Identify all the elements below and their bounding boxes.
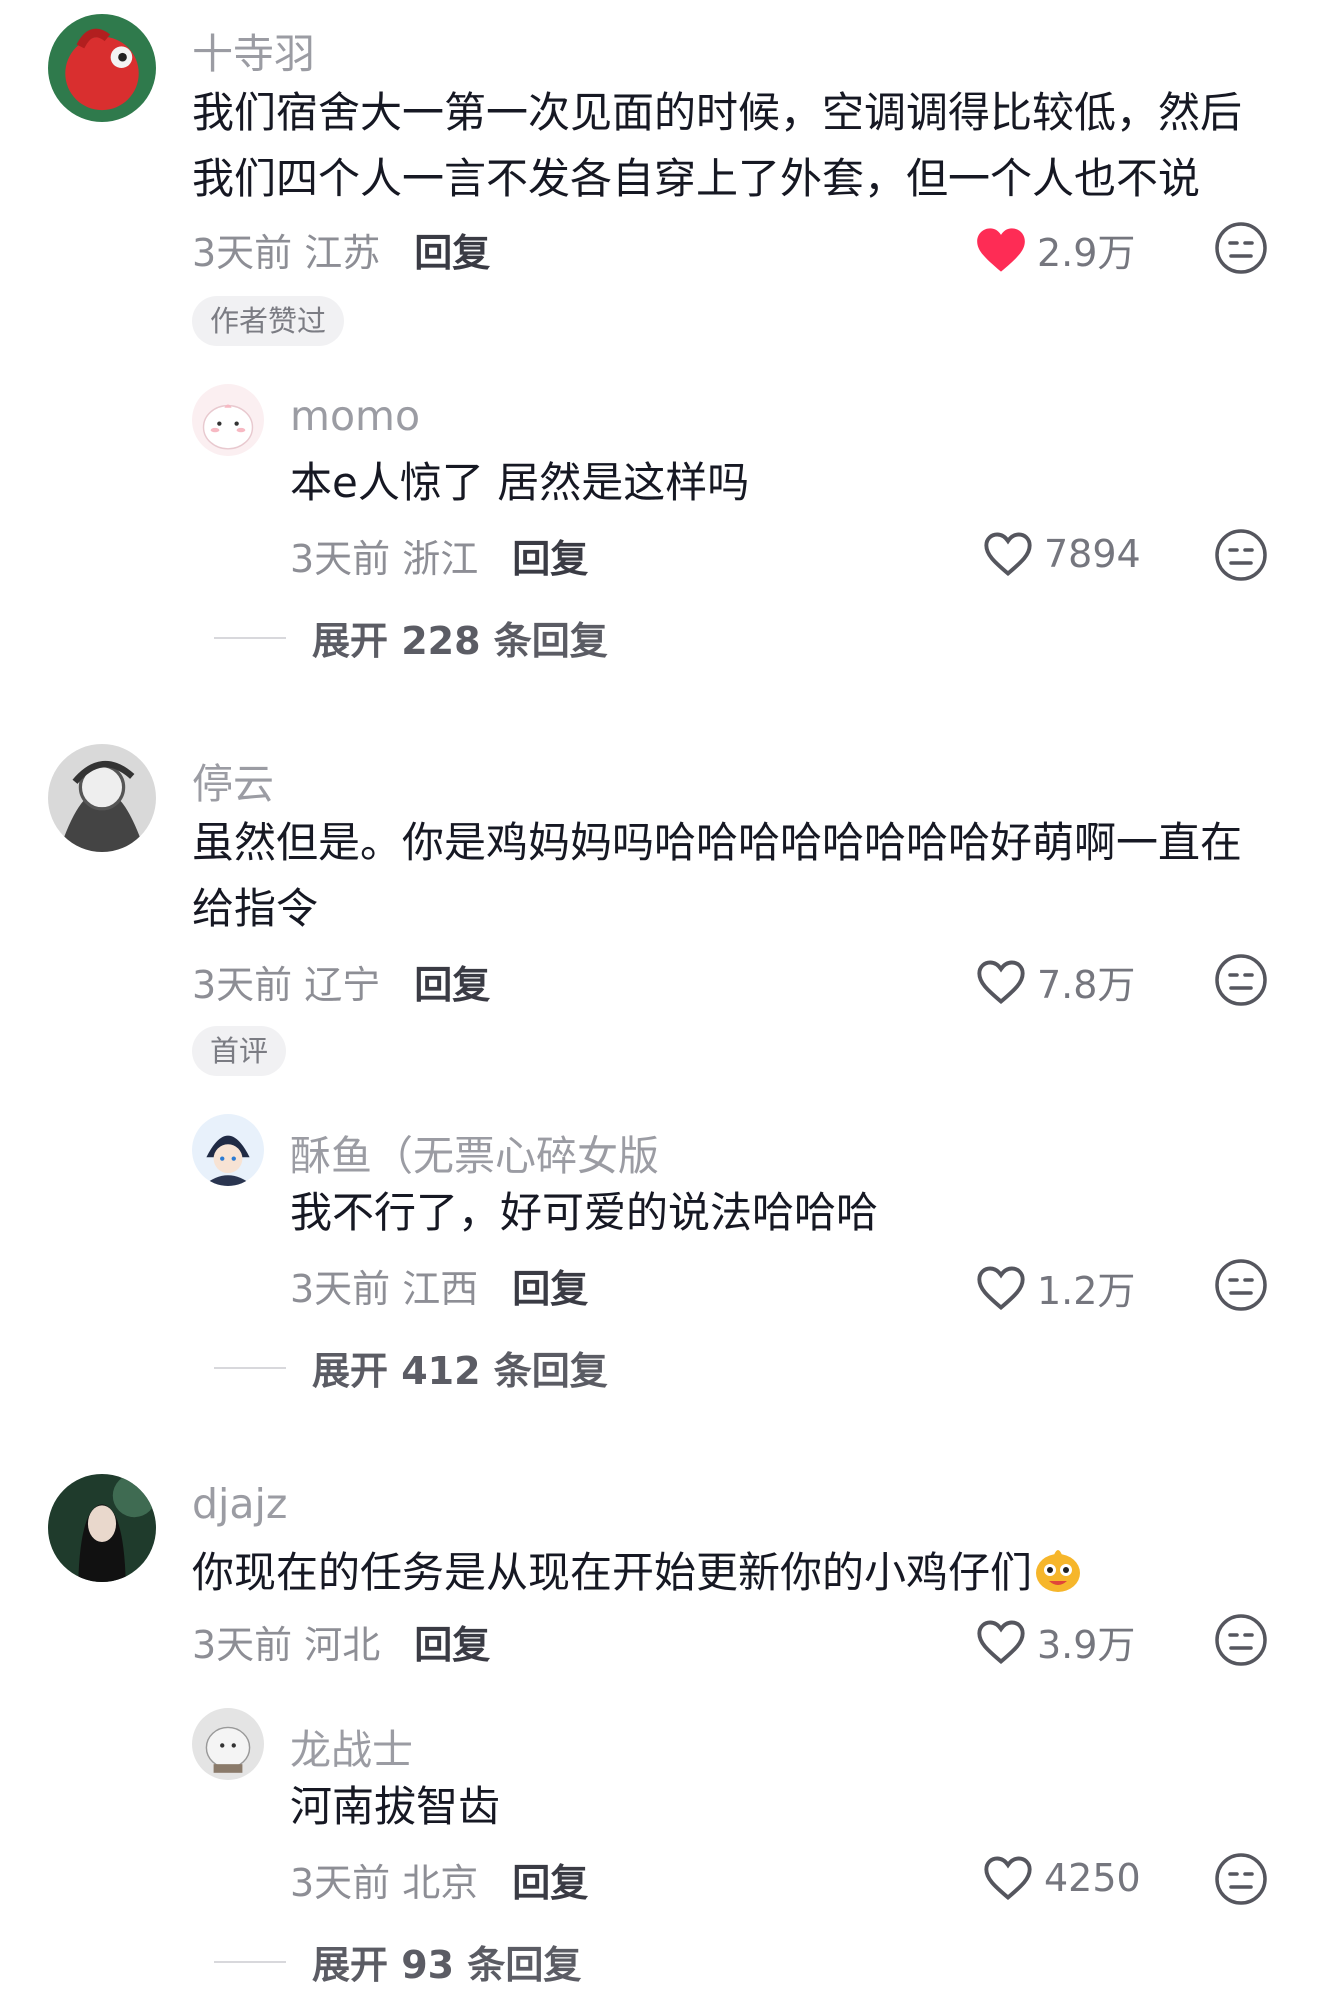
like-button[interactable]: 2.9万	[975, 222, 1135, 277]
dislike-icon[interactable]	[1214, 953, 1268, 1007]
comment-text: 我们宿舍大一第一次见面的时候，空调调得比较低，然后我们四个人一言不发各自穿上了外…	[192, 88, 1243, 203]
divider	[214, 636, 286, 639]
comment-username[interactable]: 十寺羽	[192, 20, 315, 80]
dislike-icon[interactable]	[1214, 528, 1268, 582]
like-button[interactable]: 3.9万	[975, 1614, 1135, 1669]
heart-outline-icon	[984, 1856, 1032, 1901]
heart-outline-icon	[977, 1620, 1025, 1664]
like-count: 4250	[1044, 1856, 1141, 1900]
reply-button[interactable]: 回复	[414, 222, 490, 277]
like-count: 3.9万	[1037, 1623, 1136, 1667]
comment-time-location: 3天前 辽宁	[192, 963, 381, 1007]
reply-meta: 3天前 江西 回复	[290, 1258, 588, 1313]
heart-filled-icon	[977, 227, 1025, 272]
comment-meta: 3天前 辽宁 回复	[192, 954, 490, 1009]
dislike-icon[interactable]	[1214, 1852, 1268, 1906]
reply-time-location: 3天前 浙江	[290, 537, 479, 581]
divider	[214, 1960, 286, 1963]
reply-text: 我不行了，好可爱的说法哈哈哈	[290, 1188, 879, 1237]
expand-replies-button[interactable]: 展开 228 条回复	[214, 610, 608, 665]
divider	[214, 1366, 286, 1369]
reply-username[interactable]: 龙战士	[290, 1716, 413, 1776]
like-button[interactable]: 4250	[982, 1854, 1141, 1902]
like-button[interactable]: 7.8万	[975, 954, 1135, 1009]
reply-button[interactable]: 回复	[512, 528, 588, 583]
expand-replies-button[interactable]: 展开 412 条回复	[214, 1340, 608, 1395]
like-button[interactable]: 7894	[982, 530, 1141, 578]
dislike-icon[interactable]	[1214, 1258, 1268, 1312]
expand-replies-label: 展开 228 条回复	[312, 619, 608, 663]
avatar[interactable]	[48, 744, 156, 852]
reply-button[interactable]: 回复	[414, 1614, 490, 1669]
comment-text: 虽然但是。你是鸡妈妈吗哈哈哈哈哈哈哈哈好萌啊一直在给指令	[192, 818, 1243, 933]
comment-text: 你现在的任务是从现在开始更新你的小鸡仔们	[192, 1540, 1272, 1614]
reply-username[interactable]: 酥鱼（无票心碎女版	[290, 1122, 659, 1182]
heart-outline-icon	[977, 960, 1025, 1004]
comment-time-location: 3天前 江苏	[192, 231, 381, 275]
author-liked-badge: 作者赞过	[192, 296, 345, 346]
reply-text: 河南拔智齿	[290, 1782, 501, 1831]
reply-button[interactable]: 回复	[512, 1852, 588, 1907]
comment-time-location: 3天前 河北	[192, 1623, 381, 1667]
first-comment-badge: 首评	[192, 1026, 287, 1076]
avatar[interactable]	[192, 1114, 264, 1186]
like-count: 2.9万	[1037, 231, 1136, 275]
like-count: 7894	[1044, 532, 1141, 576]
avatar[interactable]	[48, 1474, 156, 1582]
dislike-icon[interactable]	[1214, 221, 1268, 275]
comment-meta: 3天前 江苏 回复	[192, 222, 490, 277]
avatar[interactable]	[48, 14, 156, 122]
like-count: 7.8万	[1037, 963, 1136, 1007]
avatar[interactable]	[192, 384, 264, 456]
expand-replies-button[interactable]: 展开 93 条回复	[214, 1934, 581, 1989]
comment-text-content: 你现在的任务是从现在开始更新你的小鸡仔们	[192, 1548, 1033, 1597]
reply-meta: 3天前 浙江 回复	[290, 528, 588, 583]
heart-outline-icon	[977, 1266, 1025, 1310]
avatar[interactable]	[192, 1708, 264, 1780]
reply-button[interactable]: 回复	[512, 1258, 588, 1313]
heart-outline-icon	[984, 532, 1032, 577]
dislike-icon[interactable]	[1214, 1613, 1268, 1667]
reply-time-location: 3天前 江西	[290, 1267, 479, 1311]
expand-replies-label: 展开 93 条回复	[312, 1943, 582, 1987]
comment-meta: 3天前 河北 回复	[192, 1614, 490, 1669]
like-button[interactable]: 1.2万	[975, 1260, 1135, 1315]
reply-time-location: 3天前 北京	[290, 1861, 479, 1905]
like-count: 1.2万	[1037, 1269, 1136, 1313]
reply-username[interactable]: momo	[290, 392, 420, 440]
reply-button[interactable]: 回复	[414, 954, 490, 1009]
expand-replies-label: 展开 412 条回复	[312, 1349, 608, 1393]
reply-text: 本e人惊了 居然是这样吗	[290, 458, 750, 507]
comment-username[interactable]: 停云	[192, 750, 274, 810]
reply-meta: 3天前 北京 回复	[290, 1852, 588, 1907]
smiling-face-emoji-icon	[1032, 1543, 1084, 1614]
comment-username[interactable]: djajz	[192, 1480, 287, 1528]
